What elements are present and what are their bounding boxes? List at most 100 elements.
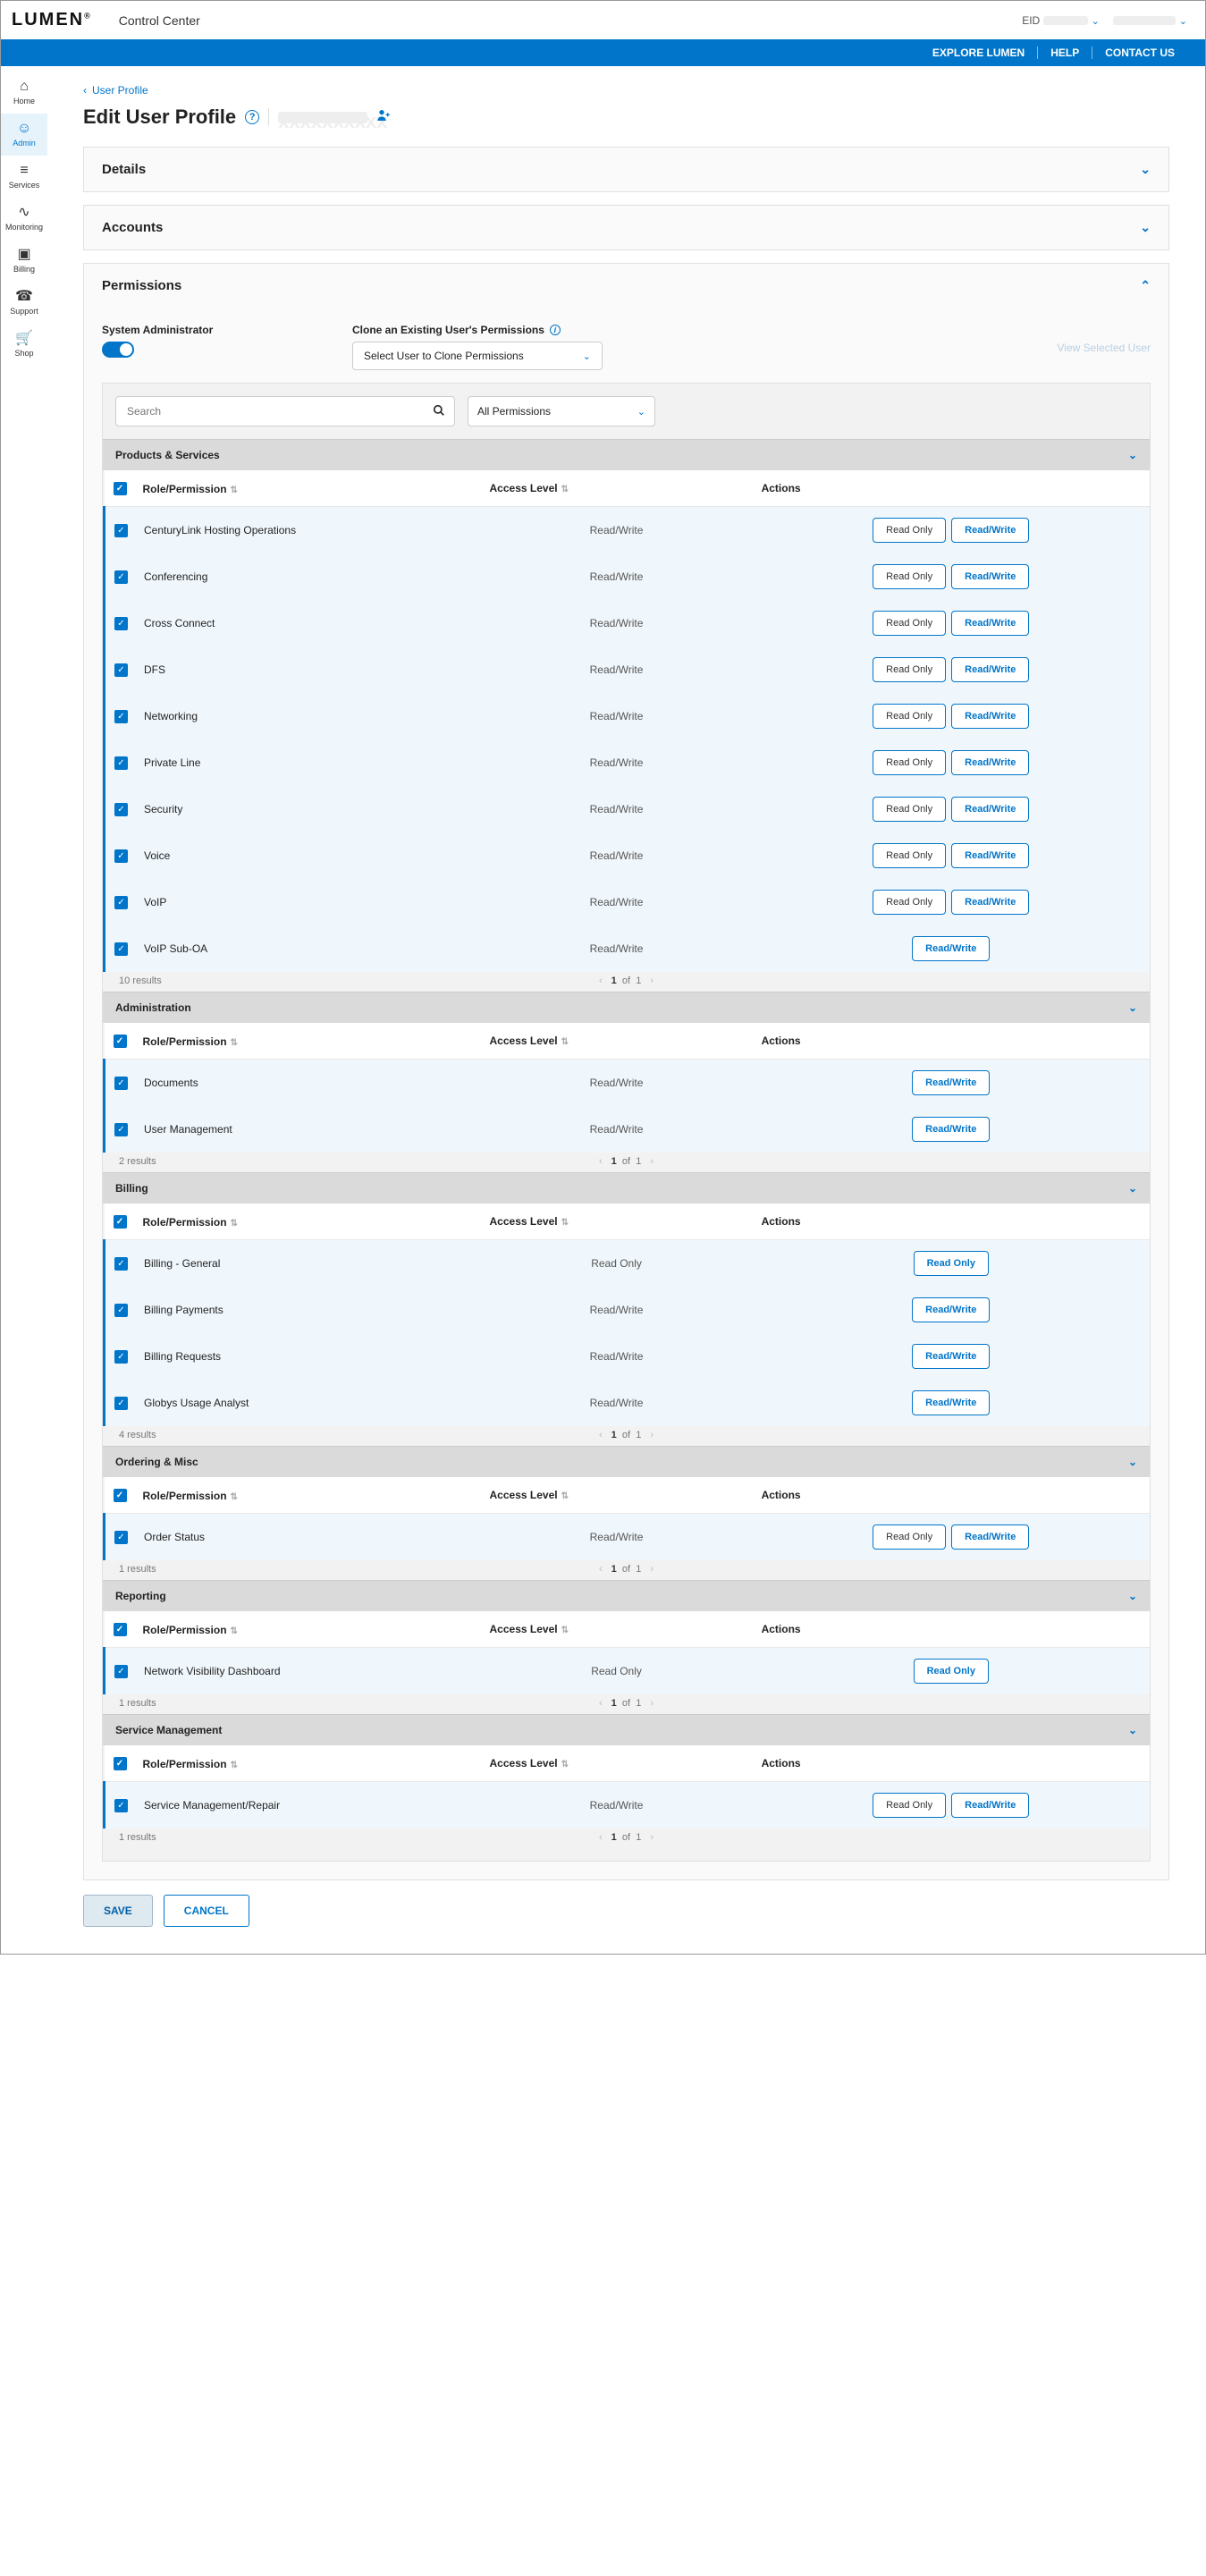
checkbox-all[interactable]: ✓ bbox=[114, 1489, 127, 1502]
read-write-button[interactable]: Read/Write bbox=[951, 611, 1029, 636]
read-only-button[interactable]: Read Only bbox=[873, 704, 946, 729]
nav-monitoring[interactable]: ∿Monitoring bbox=[1, 198, 47, 240]
eid-display[interactable]: EID xxxxxx⌄ bbox=[1022, 14, 1100, 27]
read-write-button[interactable]: Read/Write bbox=[951, 657, 1029, 682]
row-checkbox[interactable]: ✓ bbox=[114, 756, 128, 770]
explore-link[interactable]: EXPLORE LUMEN bbox=[920, 46, 1037, 59]
section-header[interactable]: Ordering & Misc⌄ bbox=[103, 1446, 1150, 1477]
row-checkbox[interactable]: ✓ bbox=[114, 663, 128, 677]
info-icon[interactable]: i bbox=[550, 325, 561, 335]
nav-services[interactable]: ≡Services bbox=[1, 156, 47, 198]
col-role[interactable]: Role/Permission⇅ bbox=[143, 1624, 238, 1636]
nav-shop[interactable]: 🛒Shop bbox=[1, 324, 47, 366]
read-only-button[interactable]: Read Only bbox=[873, 518, 946, 543]
help-icon[interactable]: ? bbox=[245, 110, 259, 124]
row-checkbox[interactable]: ✓ bbox=[114, 1304, 128, 1317]
row-checkbox[interactable]: ✓ bbox=[114, 710, 128, 723]
search-input[interactable] bbox=[125, 404, 433, 418]
section-header[interactable]: Reporting⌄ bbox=[103, 1580, 1150, 1611]
pager-prev[interactable]: ‹ bbox=[599, 1564, 603, 1575]
row-checkbox[interactable]: ✓ bbox=[114, 1531, 128, 1544]
read-write-button[interactable]: Read/Write bbox=[951, 797, 1029, 822]
col-access[interactable]: Access Level⇅ bbox=[481, 1477, 753, 1514]
col-role[interactable]: Role/Permission⇅ bbox=[143, 1035, 238, 1048]
checkbox-all[interactable]: ✓ bbox=[114, 1035, 127, 1048]
contact-link[interactable]: CONTACT US bbox=[1092, 46, 1187, 59]
read-write-button[interactable]: Read/Write bbox=[912, 1390, 990, 1415]
checkbox-all[interactable]: ✓ bbox=[114, 1757, 127, 1770]
section-header[interactable]: Service Management⌄ bbox=[103, 1714, 1150, 1745]
breadcrumb[interactable]: ‹ User Profile bbox=[83, 84, 1169, 97]
read-write-button[interactable]: Read/Write bbox=[951, 750, 1029, 775]
pager-next[interactable]: › bbox=[650, 976, 654, 986]
help-link[interactable]: HELP bbox=[1037, 46, 1092, 59]
pager-prev[interactable]: ‹ bbox=[599, 1430, 603, 1440]
checkbox-all[interactable]: ✓ bbox=[114, 482, 127, 495]
read-only-button[interactable]: Read Only bbox=[873, 564, 946, 589]
read-write-button[interactable]: Read/Write bbox=[951, 704, 1029, 729]
read-only-button[interactable]: Read Only bbox=[873, 611, 946, 636]
details-header[interactable]: Details ⌄ bbox=[84, 148, 1168, 191]
col-access[interactable]: Access Level⇅ bbox=[481, 1611, 753, 1648]
col-role[interactable]: Role/Permission⇅ bbox=[143, 1490, 238, 1502]
read-write-button[interactable]: Read/Write bbox=[951, 1524, 1029, 1550]
clone-user-select[interactable]: Select User to Clone Permissions ⌄ bbox=[352, 342, 603, 370]
read-write-button[interactable]: Read/Write bbox=[912, 936, 990, 961]
col-role[interactable]: Role/Permission⇅ bbox=[143, 1216, 238, 1229]
read-only-button[interactable]: Read Only bbox=[873, 657, 946, 682]
pager-prev[interactable]: ‹ bbox=[599, 1156, 603, 1167]
nav-billing[interactable]: ▣Billing bbox=[1, 240, 47, 282]
col-access[interactable]: Access Level⇅ bbox=[481, 1745, 753, 1782]
search-icon[interactable] bbox=[433, 404, 445, 419]
pager-next[interactable]: › bbox=[650, 1698, 654, 1709]
read-only-button[interactable]: Read Only bbox=[873, 843, 946, 868]
read-only-button[interactable]: Read Only bbox=[873, 1524, 946, 1550]
col-access[interactable]: Access Level⇅ bbox=[481, 470, 753, 507]
row-checkbox[interactable]: ✓ bbox=[114, 524, 128, 537]
checkbox-all[interactable]: ✓ bbox=[114, 1623, 127, 1636]
read-write-button[interactable]: Read/Write bbox=[951, 1793, 1029, 1818]
row-checkbox[interactable]: ✓ bbox=[114, 896, 128, 909]
read-write-button[interactable]: Read/Write bbox=[951, 890, 1029, 915]
col-role[interactable]: Role/Permission⇅ bbox=[143, 483, 238, 495]
read-write-button[interactable]: Read/Write bbox=[951, 564, 1029, 589]
read-only-button[interactable]: Read Only bbox=[914, 1659, 989, 1684]
pager-next[interactable]: › bbox=[650, 1430, 654, 1440]
row-checkbox[interactable]: ✓ bbox=[114, 617, 128, 630]
pager-next[interactable]: › bbox=[650, 1832, 654, 1843]
cancel-button[interactable]: CANCEL bbox=[164, 1895, 249, 1927]
section-header[interactable]: Billing⌄ bbox=[103, 1172, 1150, 1204]
read-write-button[interactable]: Read/Write bbox=[912, 1344, 990, 1369]
row-checkbox[interactable]: ✓ bbox=[114, 849, 128, 863]
sysadmin-toggle[interactable] bbox=[102, 342, 134, 358]
read-write-button[interactable]: Read/Write bbox=[951, 518, 1029, 543]
nav-admin[interactable]: ☺Admin bbox=[1, 114, 47, 156]
row-checkbox[interactable]: ✓ bbox=[114, 1397, 128, 1410]
section-header[interactable]: Products & Services⌄ bbox=[103, 439, 1150, 470]
col-access[interactable]: Access Level⇅ bbox=[481, 1204, 753, 1240]
read-write-button[interactable]: Read/Write bbox=[951, 843, 1029, 868]
pager-prev[interactable]: ‹ bbox=[599, 1832, 603, 1843]
read-write-button[interactable]: Read/Write bbox=[912, 1117, 990, 1142]
nav-home[interactable]: ⌂Home bbox=[1, 72, 47, 114]
read-write-button[interactable]: Read/Write bbox=[912, 1297, 990, 1322]
row-checkbox[interactable]: ✓ bbox=[114, 1077, 128, 1090]
read-write-button[interactable]: Read/Write bbox=[912, 1070, 990, 1095]
save-button[interactable]: SAVE bbox=[83, 1895, 153, 1927]
row-checkbox[interactable]: ✓ bbox=[114, 803, 128, 816]
permissions-header[interactable]: Permissions ⌃ bbox=[84, 264, 1168, 308]
row-checkbox[interactable]: ✓ bbox=[114, 1799, 128, 1812]
read-only-button[interactable]: Read Only bbox=[914, 1251, 989, 1276]
permission-filter-dropdown[interactable]: All Permissions ⌄ bbox=[468, 396, 655, 427]
row-checkbox[interactable]: ✓ bbox=[114, 570, 128, 584]
row-checkbox[interactable]: ✓ bbox=[114, 942, 128, 956]
row-checkbox[interactable]: ✓ bbox=[114, 1665, 128, 1678]
accounts-header[interactable]: Accounts ⌄ bbox=[84, 206, 1168, 249]
read-only-button[interactable]: Read Only bbox=[873, 797, 946, 822]
read-only-button[interactable]: Read Only bbox=[873, 750, 946, 775]
read-only-button[interactable]: Read Only bbox=[873, 1793, 946, 1818]
read-only-button[interactable]: Read Only bbox=[873, 890, 946, 915]
checkbox-all[interactable]: ✓ bbox=[114, 1215, 127, 1229]
row-checkbox[interactable]: ✓ bbox=[114, 1257, 128, 1271]
pager-prev[interactable]: ‹ bbox=[599, 976, 603, 986]
